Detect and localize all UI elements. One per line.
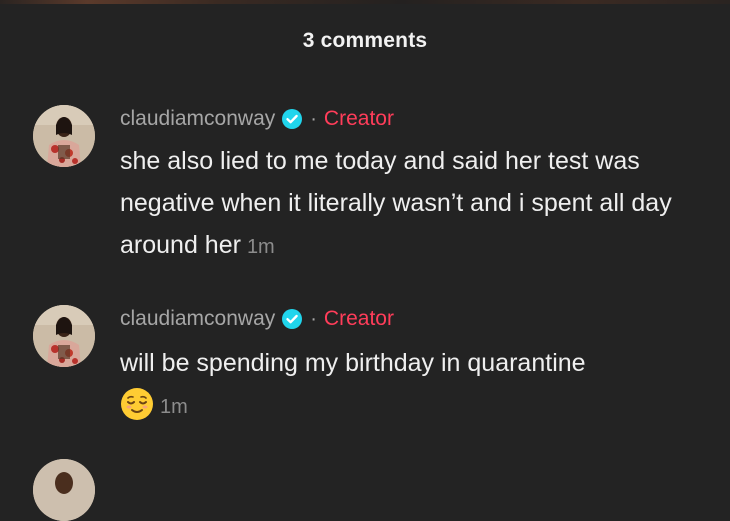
comment-meta: claudiamconway · Creator <box>120 305 394 333</box>
comment-text: will be spending my birthday in quaranti… <box>120 349 586 377</box>
comment-text: she also lied to me today and said her t… <box>120 147 672 259</box>
creator-label: Creator <box>323 107 394 130</box>
verified-badge-icon <box>281 308 303 330</box>
relieved-face-emoji <box>120 387 154 421</box>
separator-dot: · <box>310 107 317 130</box>
username[interactable]: claudiamconway <box>120 307 275 331</box>
video-edge-strip <box>0 0 730 4</box>
username[interactable]: claudiamconway <box>120 107 275 131</box>
comment-timestamp: 1m <box>246 236 275 258</box>
avatar[interactable] <box>33 105 95 167</box>
comments-count-title: 3 comments <box>302 29 428 52</box>
separator-dot: · <box>310 307 317 330</box>
comment-text-block: will be spending my birthday in quaranti… <box>120 342 700 428</box>
avatar[interactable] <box>33 459 95 521</box>
comment-text-block: she also lied to me today and said her t… <box>120 140 700 268</box>
avatar[interactable] <box>33 305 95 367</box>
comment-timestamp: 1m <box>160 396 188 418</box>
verified-badge-icon <box>281 108 303 130</box>
creator-label: Creator <box>323 307 394 330</box>
comment-meta: claudiamconway · Creator <box>120 105 394 133</box>
